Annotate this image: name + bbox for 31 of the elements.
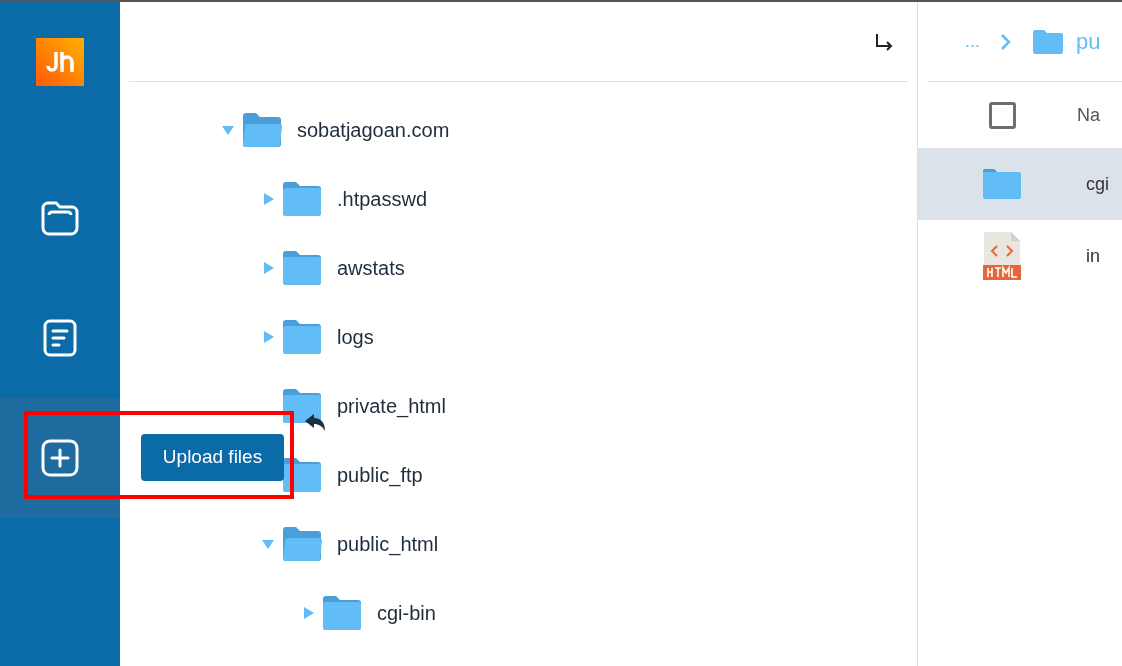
add-icon[interactable] [41,439,79,477]
folder-name[interactable]: public_html [337,528,439,559]
folder-icon [281,318,323,355]
sidebar-item[interactable] [0,398,120,518]
folder-icon[interactable] [40,200,80,236]
folder-name[interactable]: private_html [337,390,446,421]
folder-icon [281,249,323,286]
folder-icon [982,168,1022,200]
folder-name[interactable]: .htpasswd [337,183,428,214]
file-name[interactable]: in [1086,242,1100,270]
chevron-right-icon [1000,32,1012,51]
document-icon[interactable] [43,319,77,357]
html-file-icon [983,232,1021,280]
upload-files-tooltip: Upload files [141,434,284,481]
column-header[interactable]: Na [1077,101,1100,129]
logo-icon [36,38,84,86]
corner-arrow-icon[interactable] [874,31,894,52]
file-row[interactable]: in [918,220,1122,292]
folder-name[interactable]: logs [337,321,374,352]
select-all-checkbox[interactable] [988,101,1016,129]
folder-name[interactable]: public_ftp [337,459,423,490]
file-name[interactable]: cgi [1086,170,1109,198]
folder-icon [1032,28,1064,55]
folder-icon [281,525,323,562]
file-row[interactable]: cgi [918,148,1122,220]
folder-icon [241,111,283,148]
folder-icon [321,594,363,631]
folder-icon [281,180,323,217]
folder-name[interactable]: sobatjagoan.com [297,114,450,145]
folder-name[interactable]: awstats [337,252,405,283]
folder-name[interactable]: cgi-bin [377,597,436,628]
